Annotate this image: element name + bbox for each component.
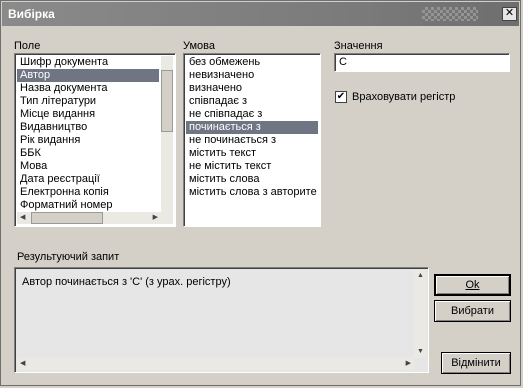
select-button-label: Вибрати <box>451 305 494 317</box>
cancel-button-label: Відмінити <box>451 357 501 369</box>
result-vscrollbar[interactable]: ▲ ▼ <box>414 270 426 358</box>
title-bar[interactable]: Вибірка ✕ <box>2 2 519 26</box>
field-list-item[interactable]: Тип літератури <box>17 95 159 108</box>
cancel-button[interactable]: Відмінити <box>441 352 511 374</box>
field-list-item[interactable]: Електронна копія <box>17 186 159 199</box>
result-hscrollbar[interactable]: ◀ ▶ <box>17 358 414 370</box>
field-list-vscroll-thumb[interactable] <box>161 70 173 132</box>
ok-button-label: Ok <box>465 279 480 291</box>
ok-button[interactable]: Ok <box>434 274 511 296</box>
case-sensitive-label: Враховувати регістр <box>352 91 456 103</box>
condition-list-item[interactable]: співпадає з <box>186 95 318 108</box>
close-icon[interactable]: ✕ <box>502 7 517 21</box>
field-list-item[interactable]: Форматний номер <box>17 199 159 212</box>
result-text: Автор починається з 'С' (з урах. регістр… <box>22 276 231 288</box>
scroll-right-icon[interactable]: ▶ <box>153 214 158 222</box>
field-list-items: Шифр документа Автор Назва документа Тип лі… <box>17 56 159 212</box>
result-label: Результуючий запит <box>17 251 120 263</box>
field-list-item[interactable]: Мова <box>17 160 159 173</box>
field-list-item[interactable]: ББК <box>17 147 159 160</box>
window-title: Вибірка <box>8 7 55 21</box>
condition-list-item[interactable]: містить слова <box>186 173 318 186</box>
condition-list-item[interactable]: починається з <box>186 121 318 134</box>
condition-list-item[interactable]: не співпадає з <box>186 108 318 121</box>
field-list-vscrollbar[interactable] <box>161 56 173 224</box>
condition-list-items: без обмежень невизначено визначено співпада… <box>186 56 318 199</box>
select-button[interactable]: Вибрати <box>434 300 511 322</box>
condition-list-item[interactable]: визначено <box>186 82 318 95</box>
titlebar-pattern <box>422 7 478 21</box>
dialog-window: Вибірка ✕ Поле Шифр документа Автор Назва … <box>0 0 521 386</box>
condition-list-item[interactable]: містить текст <box>186 147 318 160</box>
field-list-item[interactable]: Шифр документа <box>17 56 159 69</box>
result-box[interactable]: Автор починається з 'С' (з урах. регістр… <box>14 267 429 373</box>
condition-list-label: Умова <box>183 40 216 52</box>
value-input-text: С <box>339 56 347 68</box>
field-list-label: Поле <box>14 40 41 52</box>
scroll-left-icon[interactable]: ◀ <box>20 360 25 368</box>
condition-list-item[interactable]: невизначено <box>186 69 318 82</box>
field-list-item[interactable]: Дата реєстрації <box>17 173 159 186</box>
condition-list-item[interactable]: не починається з <box>186 134 318 147</box>
condition-list-item[interactable]: не містить текст <box>186 160 318 173</box>
field-list-item[interactable]: Назва документа <box>17 82 159 95</box>
field-list-item[interactable]: Рік видання <box>17 134 159 147</box>
field-listbox[interactable]: Шифр документа Автор Назва документа Тип лі… <box>14 53 176 227</box>
value-label: Значення <box>334 40 383 52</box>
value-input[interactable]: С <box>334 53 510 72</box>
field-list-hscrollbar[interactable]: ◀ ▶ <box>17 212 161 224</box>
field-list-item[interactable]: Видавництво <box>17 121 159 134</box>
field-list-hscroll-thumb[interactable] <box>31 212 103 224</box>
condition-list-item[interactable]: без обмежень <box>186 56 318 69</box>
condition-listbox[interactable]: без обмежень невизначено визначено співпада… <box>183 53 321 227</box>
scroll-up-icon[interactable]: ▲ <box>417 272 424 280</box>
condition-list-item[interactable]: містить слова з авторите <box>186 186 318 199</box>
scroll-down-icon[interactable]: ▼ <box>417 348 424 356</box>
scroll-right-icon[interactable]: ▶ <box>406 360 411 368</box>
field-list-item[interactable]: Місце видання <box>17 108 159 121</box>
case-sensitive-checkbox[interactable]: ✔ <box>335 91 347 103</box>
scroll-left-icon[interactable]: ◀ <box>20 214 25 222</box>
field-list-item[interactable]: Автор <box>17 69 159 82</box>
